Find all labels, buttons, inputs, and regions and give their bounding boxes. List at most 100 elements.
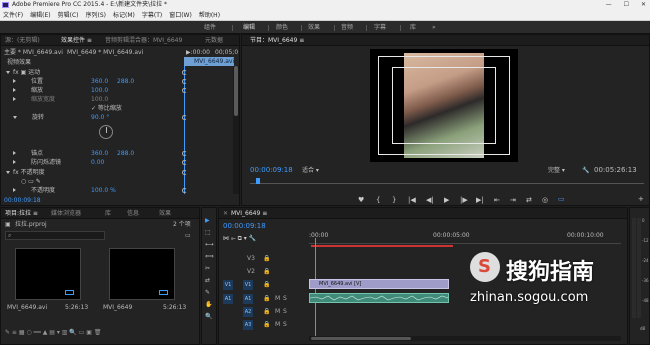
work-area-bar[interactable]: [311, 245, 453, 247]
mask-tools[interactable]: ○ ▭ ✎: [21, 177, 41, 186]
workspace-more[interactable]: »: [432, 21, 436, 34]
rolling-edit-tool[interactable]: ⟺: [205, 252, 214, 261]
anti-flicker-value[interactable]: 0.00: [91, 158, 104, 167]
workspace-editing[interactable]: 编辑: [243, 21, 255, 34]
button-editor-button[interactable]: +: [638, 195, 644, 203]
param-rotation[interactable]: 旋转: [13, 113, 44, 122]
tab-media-browser[interactable]: 媒体浏览器: [51, 208, 81, 219]
workspace-effects[interactable]: 效果: [308, 21, 320, 34]
tab-effects[interactable]: 效果: [159, 208, 171, 219]
selection-tool[interactable]: ▶: [205, 216, 210, 225]
track-target-v1[interactable]: V1: [243, 280, 253, 290]
position-x-value[interactable]: 360.0: [91, 77, 108, 86]
reset-icon[interactable]: [182, 160, 187, 165]
menu-markers[interactable]: 标记(M): [113, 10, 135, 20]
project-item-name[interactable]: MVI_6649.avi: [7, 303, 47, 312]
tab-metadata[interactable]: 元数据: [205, 35, 223, 46]
ec-footer-timecode[interactable]: 00:00:09:18: [4, 196, 41, 205]
step-forward-button[interactable]: |▶: [460, 196, 468, 204]
lock-icon[interactable]: 🔒: [263, 308, 270, 315]
workspace-assembly[interactable]: 组件: [204, 21, 216, 34]
play-button[interactable]: ▶: [444, 196, 449, 204]
lock-icon[interactable]: 🔒: [263, 321, 270, 328]
track-select-tool[interactable]: ⬚: [205, 228, 211, 237]
go-to-out-button[interactable]: ▶|: [476, 196, 484, 204]
anchor-y-value[interactable]: 288.0: [117, 149, 134, 158]
workspace-audio[interactable]: 音频: [341, 21, 353, 34]
wrench-icon[interactable]: 🔧: [582, 166, 589, 175]
close-button[interactable]: ✕: [641, 0, 646, 10]
opacity-value[interactable]: 100.0 %: [91, 186, 116, 195]
slip-tool[interactable]: ⇄: [205, 276, 210, 285]
lock-icon[interactable]: 🔒: [263, 268, 270, 275]
effect-motion[interactable]: fx ▣ 运动: [6, 68, 40, 77]
timeline-timecode[interactable]: 00:00:09:18: [223, 222, 266, 231]
project-item-thumbnail[interactable]: [109, 248, 175, 300]
lock-icon[interactable]: 🔒: [263, 281, 270, 288]
timeline-ruler[interactable]: :00:00 00:00:05:00 00:00:10:00: [309, 232, 621, 244]
uniform-scale-checkbox[interactable]: ✓ 等比缩放: [91, 104, 122, 113]
tab-audio-clip-mixer[interactable]: 音频剪辑混合器：MVI_6649: [105, 35, 182, 46]
rotation-dial[interactable]: [99, 125, 113, 139]
track-target-a1[interactable]: A1: [243, 294, 253, 304]
effect-opacity[interactable]: fx 不透明度: [6, 168, 45, 177]
project-item-thumbnail[interactable]: [15, 248, 81, 300]
reset-icon[interactable]: [182, 151, 187, 156]
timeline-toolbar[interactable]: ⋈ ⟜ ⧉ ▾ 🔧: [223, 234, 256, 243]
lock-icon[interactable]: 🔒: [263, 255, 270, 262]
workspace-titles[interactable]: 字幕: [374, 21, 386, 34]
program-scrubber[interactable]: [250, 178, 644, 184]
sequence-clip-label[interactable]: MVI_6649 * MVI_6649.avi: [67, 48, 143, 57]
menu-clip[interactable]: 剪辑(C): [58, 10, 79, 20]
menu-sequence[interactable]: 序列(S): [86, 10, 107, 20]
lift-button[interactable]: ⇤: [494, 196, 500, 204]
hand-tool[interactable]: ✋: [205, 300, 212, 309]
solo-button[interactable]: S: [283, 308, 287, 315]
tab-sequence[interactable]: MVI_6649 ≡: [231, 208, 267, 219]
anchor-x-value[interactable]: 360.0: [91, 149, 108, 158]
project-footer-toolbar[interactable]: ✎ ≡ ▦ ○ ━━ ▲ ▤ ▾ ▥ 🔍 ▭ ▣ 🗑: [5, 328, 101, 337]
tab-project[interactable]: 项目:拉拉 ≡: [5, 208, 38, 219]
track-target-a2[interactable]: A2: [243, 307, 253, 317]
lock-icon[interactable]: 🔒: [263, 295, 270, 302]
menu-window[interactable]: 窗口(W): [169, 10, 192, 20]
solo-button[interactable]: S: [283, 321, 287, 328]
quality-dropdown[interactable]: 完整 ▾: [548, 166, 565, 175]
rotation-value[interactable]: 90.0 °: [91, 113, 109, 122]
compare-button[interactable]: ⇄: [526, 196, 532, 204]
reset-icon[interactable]: [182, 88, 187, 93]
reset-icon[interactable]: [182, 70, 187, 75]
project-item-name[interactable]: MVI_6649: [103, 303, 132, 312]
menu-help[interactable]: 帮助(H): [199, 10, 220, 20]
scale-value[interactable]: 100.0: [91, 86, 108, 95]
add-marker-button[interactable]: ♥: [358, 196, 364, 204]
param-anchor-point[interactable]: 锚点: [13, 149, 43, 158]
new-bin-icon[interactable]: ▭: [185, 231, 191, 240]
tab-info[interactable]: 信息: [127, 208, 139, 219]
pen-tool[interactable]: ✎: [205, 288, 210, 297]
close-sequence-icon[interactable]: ✕: [223, 208, 228, 219]
tab-source[interactable]: 源：(无剪辑): [5, 35, 40, 46]
track-target-a3[interactable]: A3: [243, 320, 253, 330]
safe-margins-button[interactable]: ▭: [558, 195, 565, 203]
step-back-button[interactable]: ◀|: [426, 196, 434, 204]
source-patch-v1[interactable]: V1: [223, 280, 233, 290]
mute-button[interactable]: M: [275, 308, 280, 315]
param-scale-width[interactable]: 缩放宽度: [13, 95, 55, 104]
reset-icon[interactable]: [182, 115, 187, 120]
extract-button[interactable]: ⇥: [510, 196, 516, 204]
project-search-input[interactable]: ⌕: [5, 231, 105, 240]
minimize-button[interactable]: —: [606, 0, 612, 10]
param-anti-flicker[interactable]: 防闪烁滤镜: [13, 158, 61, 167]
razor-tool[interactable]: ✂: [205, 264, 210, 273]
maximize-button[interactable]: ☐: [624, 0, 629, 10]
menu-title[interactable]: 字幕(T): [142, 10, 162, 20]
tab-effect-controls[interactable]: 效果控件 ≡: [61, 35, 92, 46]
ec-scrollbar[interactable]: [233, 66, 239, 194]
tab-libraries[interactable]: 库: [105, 208, 111, 219]
mark-in-button[interactable]: {: [376, 196, 380, 204]
scale-width-value[interactable]: 100.0: [91, 95, 108, 104]
mute-button[interactable]: M: [275, 321, 280, 328]
workspace-color[interactable]: 颜色: [276, 21, 288, 34]
source-patch-a1[interactable]: A1: [223, 294, 233, 304]
